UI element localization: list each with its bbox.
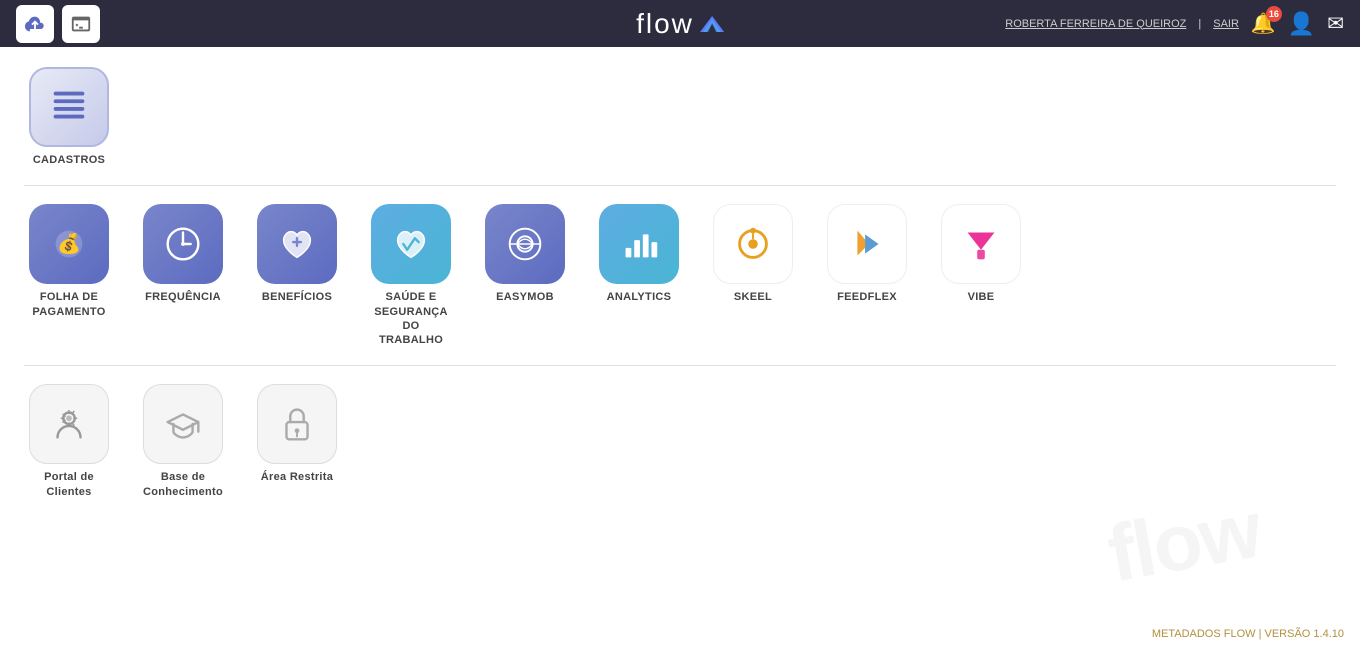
saude-label: SAÚDE ESEGURANÇA DOTRABALHO xyxy=(366,290,456,347)
beneficios-item[interactable]: BENEFÍCIOS xyxy=(252,204,342,347)
restrita-label: Área Restrita xyxy=(261,470,333,484)
header-left xyxy=(16,5,100,43)
portal-item[interactable]: Portal de Clientes xyxy=(24,384,114,499)
base-item[interactable]: Base deConhecimento xyxy=(138,384,228,499)
cadastros-label: CADASTROS xyxy=(33,153,105,167)
logo-arrow-icon xyxy=(700,15,724,33)
header-sep: | xyxy=(1198,18,1201,30)
bell-badge: 16 xyxy=(1266,6,1282,22)
skeel-item[interactable]: SKEEL xyxy=(708,204,798,347)
divider-1 xyxy=(24,185,1336,186)
restrita-item[interactable]: Área Restrita xyxy=(252,384,342,499)
frequencia-item[interactable]: FREQUÊNCIA xyxy=(138,204,228,347)
beneficios-label: BENEFÍCIOS xyxy=(262,290,332,304)
saude-item[interactable]: SAÚDE ESEGURANÇA DOTRABALHO xyxy=(366,204,456,347)
frequencia-icon xyxy=(143,204,223,284)
cloud-icon-button[interactable] xyxy=(16,5,54,43)
vibe-label: VIBE xyxy=(968,290,995,304)
header-right: ROBERTA FERREIRA DE QUEIROZ | SAIR 🔔 16 … xyxy=(1005,11,1344,37)
analytics-icon xyxy=(599,204,679,284)
analytics-label: ANALYTICS xyxy=(607,290,672,304)
footer-text: METADADOS FLOW | VERSÃO 1.4.10 xyxy=(1152,628,1344,640)
saude-icon xyxy=(371,204,451,284)
cadastros-icon xyxy=(29,67,109,147)
easymob-icon xyxy=(485,204,565,284)
person-icon[interactable]: 👤 xyxy=(1288,11,1315,37)
feedflex-label: FEEDFLEX xyxy=(837,290,897,304)
header-logo: flow xyxy=(636,8,724,40)
section-apps: 💰 FOLHA DEPAGAMENTO FREQUÊNCIA xyxy=(24,204,1336,347)
easymob-item[interactable]: EASYMOB xyxy=(480,204,570,347)
base-icon xyxy=(143,384,223,464)
frequencia-label: FREQUÊNCIA xyxy=(145,290,221,304)
vibe-item[interactable]: VIBE xyxy=(936,204,1026,347)
portal-icon xyxy=(29,384,109,464)
user-name-link[interactable]: ROBERTA FERREIRA DE QUEIROZ xyxy=(1005,18,1186,30)
skeel-icon xyxy=(713,204,793,284)
section-cadastros: CADASTROS xyxy=(24,67,1336,167)
terminal-icon-button[interactable] xyxy=(62,5,100,43)
cadastros-item[interactable]: CADASTROS xyxy=(24,67,114,167)
section-extra: Portal de Clientes Base deConhecimento xyxy=(24,384,1336,499)
feedflex-icon xyxy=(827,204,907,284)
footer: METADADOS FLOW | VERSÃO 1.4.10 xyxy=(1136,620,1360,648)
mail-icon[interactable]: ✉ xyxy=(1327,11,1344,36)
folha-label: FOLHA DEPAGAMENTO xyxy=(32,290,105,319)
beneficios-icon xyxy=(257,204,337,284)
restrita-icon xyxy=(257,384,337,464)
portal-label: Portal de Clientes xyxy=(24,470,114,499)
feedflex-item[interactable]: FEEDFLEX xyxy=(822,204,912,347)
bell-button[interactable]: 🔔 16 xyxy=(1251,11,1276,36)
folha-item[interactable]: 💰 FOLHA DEPAGAMENTO xyxy=(24,204,114,347)
divider-2 xyxy=(24,365,1336,366)
base-label: Base deConhecimento xyxy=(143,470,223,499)
main-header: flow ROBERTA FERREIRA DE QUEIROZ | SAIR … xyxy=(0,0,1360,47)
easymob-label: EASYMOB xyxy=(496,290,554,304)
analytics-item[interactable]: ANALYTICS xyxy=(594,204,684,347)
vibe-icon xyxy=(941,204,1021,284)
skeel-label: SKEEL xyxy=(734,290,772,304)
main-content: CADASTROS 💰 FOLHA DEPAGAMENTO xyxy=(0,47,1360,648)
watermark: flow xyxy=(1101,484,1267,601)
folha-icon: 💰 xyxy=(29,204,109,284)
svg-text:💰: 💰 xyxy=(57,232,81,255)
logo-text: flow xyxy=(636,8,694,40)
sair-link[interactable]: SAIR xyxy=(1213,18,1239,30)
